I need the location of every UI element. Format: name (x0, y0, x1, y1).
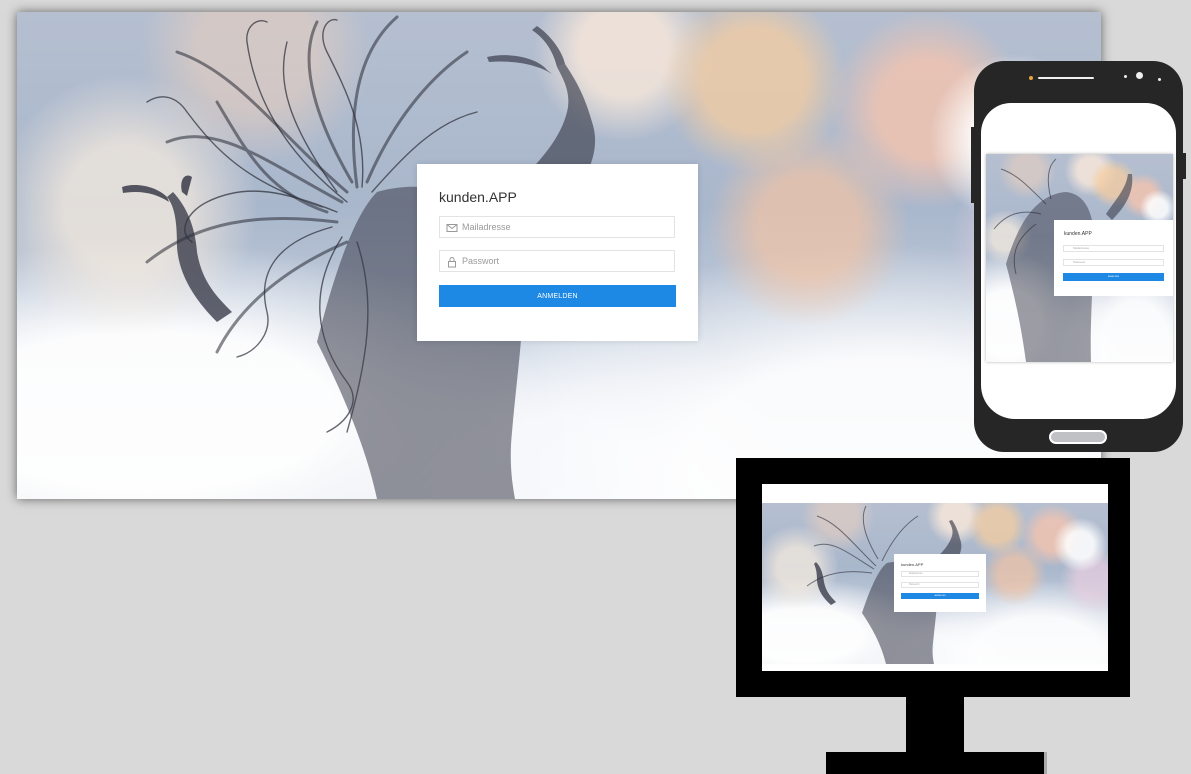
phone-screen: kunden.APP Mailadresse Passwort ANMELDEN (981, 103, 1176, 419)
email-field[interactable]: Mailadresse (1063, 245, 1164, 252)
email-field[interactable]: Mailadresse (901, 571, 979, 577)
monitor-stand-neck (906, 697, 964, 752)
password-field[interactable] (439, 250, 675, 272)
lock-icon (446, 255, 458, 268)
phone-side-button (971, 127, 974, 203)
password-input[interactable] (462, 251, 667, 271)
app-title: kunden.APP (439, 189, 517, 205)
login-button[interactable]: ANMELDEN (901, 593, 979, 599)
phone-sensor (1029, 76, 1033, 80)
mail-icon (446, 221, 458, 233)
phone-sensor (1124, 75, 1127, 78)
monitor-screen: kunden.APP Mailadresse Passwort ANMELDEN (762, 484, 1108, 671)
phone-speaker (1038, 77, 1094, 79)
login-card: kunden.APP ANMELDEN (417, 164, 698, 341)
login-card: kunden.APP Mailadresse Passwort ANMELDEN (894, 554, 986, 612)
app-title: kunden.APP (901, 562, 924, 567)
login-card: kunden.APP Mailadresse Passwort ANMELDEN (1054, 220, 1173, 296)
phone-home-button (1049, 430, 1107, 444)
email-field[interactable] (439, 216, 675, 238)
monitor-mockup: kunden.APP Mailadresse Passwort ANMELDEN (736, 458, 1130, 697)
monitor-stand-base (826, 752, 1044, 774)
password-field[interactable]: Passwort (901, 582, 979, 588)
desktop-screenshot: kunden.APP ANMELDEN (17, 12, 1101, 499)
phone-side-button (1183, 153, 1186, 179)
phone-sensor (1158, 78, 1161, 81)
email-input[interactable] (462, 217, 667, 237)
app-title: kunden.APP (1064, 231, 1092, 237)
login-button[interactable]: ANMELDEN (439, 285, 676, 307)
phone-screenshot: kunden.APP Mailadresse Passwort ANMELDEN (986, 154, 1173, 362)
phone-camera-icon (1136, 72, 1143, 79)
login-button[interactable]: ANMELDEN (1063, 273, 1164, 281)
monitor-screenshot: kunden.APP Mailadresse Passwort ANMELDEN (762, 503, 1108, 664)
password-field[interactable]: Passwort (1063, 259, 1164, 266)
phone-mockup: kunden.APP Mailadresse Passwort ANMELDEN (971, 61, 1186, 452)
